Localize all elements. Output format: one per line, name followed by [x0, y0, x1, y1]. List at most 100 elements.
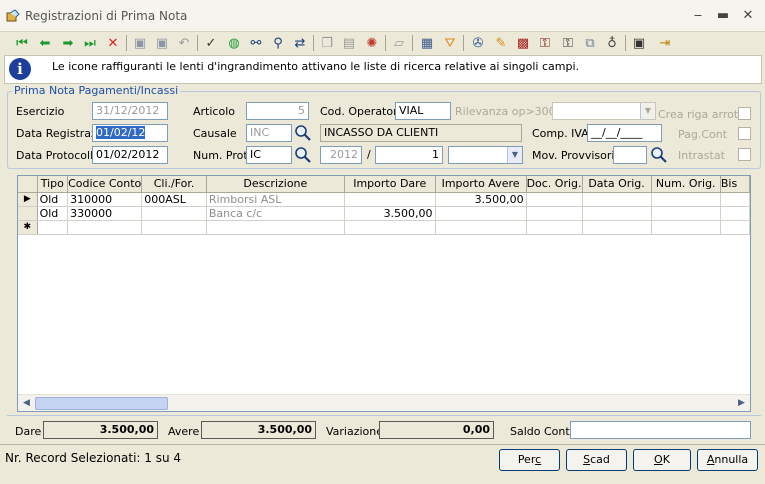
mov-provvisori-search-icon[interactable]	[650, 146, 668, 164]
column-header[interactable]: Codice Conto	[67, 176, 143, 193]
horizontal-scrollbar[interactable]: ◀ ▶	[18, 394, 750, 411]
new-row[interactable]: ✱	[18, 220, 750, 235]
tipo-cell[interactable]	[37, 220, 69, 235]
cli-for-cell[interactable]	[141, 220, 207, 235]
data-registraz-field[interactable]: 01/02/12	[92, 124, 168, 142]
crea-riga-arrot-checkbox[interactable]	[738, 107, 751, 120]
table-row[interactable]: Old 330000 Banca c/c 3.500,00	[18, 206, 750, 221]
bis-cell[interactable]	[720, 192, 750, 207]
scroll-left-icon[interactable]: ◀	[19, 397, 34, 410]
tipo-cell[interactable]: Old	[37, 206, 69, 221]
perc-button[interactable]: Perc	[499, 449, 560, 471]
causale-search-icon[interactable]	[294, 124, 312, 142]
scrollbar-thumb[interactable]	[35, 397, 168, 410]
table-row[interactable]: ▶ Old 310000 000ASL Rimborsi ASL 3.500,0…	[18, 192, 750, 207]
rilevanza-combo[interactable]: ▼	[552, 102, 656, 120]
importo-dare-cell[interactable]: 3.500,00	[344, 206, 436, 221]
codice-conto-cell[interactable]	[67, 220, 143, 235]
num-prot-year-field[interactable]: 2012	[320, 146, 362, 164]
chevron-down-icon[interactable]: ▼	[507, 147, 522, 163]
bis-cell[interactable]	[720, 220, 750, 235]
comp-iva-field[interactable]: __/__/____	[587, 124, 662, 142]
open-icon[interactable]: ✎	[492, 35, 510, 51]
codice-conto-cell[interactable]: 330000	[67, 206, 143, 221]
find-replace-icon[interactable]: ⇄	[291, 35, 309, 51]
tools-icon[interactable]: ✇	[469, 35, 487, 51]
ok-button[interactable]: OK	[633, 449, 691, 471]
num-prot-search-icon[interactable]	[294, 146, 312, 164]
column-header[interactable]: Bis	[720, 176, 750, 193]
doc-orig-cell[interactable]	[526, 206, 583, 221]
cli-for-cell[interactable]	[141, 206, 207, 221]
save-all-icon[interactable]: ▣	[153, 35, 171, 51]
codice-conto-cell[interactable]: 310000	[67, 192, 143, 207]
refresh-icon[interactable]: ◍	[225, 35, 243, 51]
compare-icon[interactable]: ⧉	[581, 35, 599, 51]
descrizione-cell[interactable]: Rimborsi ASL	[206, 192, 345, 207]
scad-button[interactable]: Scad	[566, 449, 627, 471]
hint-icon[interactable]: ♁	[603, 35, 621, 51]
importo-avere-cell[interactable]	[435, 220, 527, 235]
first-record-icon[interactable]: ⏮	[13, 35, 31, 51]
pag-cont-checkbox[interactable]	[738, 127, 751, 140]
bis-cell[interactable]	[720, 206, 750, 221]
scroll-right-icon[interactable]: ▶	[734, 397, 749, 410]
mov-provvisori-field[interactable]	[613, 146, 647, 164]
maximize-button[interactable]: ▬	[715, 8, 731, 24]
spell-check-icon[interactable]: ✓	[202, 35, 220, 51]
data-protocollo-field[interactable]: 01/02/2012	[92, 146, 168, 164]
binoculars-icon[interactable]: ⚯	[247, 35, 265, 51]
save-icon[interactable]: ▣	[131, 35, 149, 51]
descrizione-cell[interactable]	[206, 220, 345, 235]
minimize-button[interactable]: ‒	[690, 8, 706, 24]
data-orig-cell[interactable]	[582, 192, 652, 207]
chevron-down-icon[interactable]: ▼	[640, 103, 655, 119]
doc-orig-cell[interactable]	[526, 220, 583, 235]
importo-avere-cell[interactable]	[435, 206, 527, 221]
data-orig-cell[interactable]	[582, 206, 652, 221]
column-header[interactable]: Importo Dare	[344, 176, 436, 193]
articolo-field[interactable]: 5	[246, 102, 309, 120]
column-header[interactable]: Cli./For.	[141, 176, 207, 193]
tipo-cell[interactable]: Old	[37, 192, 69, 207]
document-icon[interactable]: ▱	[390, 35, 408, 51]
annulla-button[interactable]: Annulla	[697, 449, 758, 471]
delete-icon[interactable]: ✕	[104, 35, 122, 51]
num-prot-number-field[interactable]: 1	[375, 146, 443, 164]
next-record-icon[interactable]: ➡	[59, 35, 77, 51]
descrizione-cell[interactable]: Banca c/c	[206, 206, 345, 221]
undo-icon[interactable]: ↶	[175, 35, 193, 51]
print-preview-icon[interactable]: ⚿	[536, 35, 554, 51]
column-header[interactable]: Doc. Orig.	[526, 176, 583, 193]
importo-dare-cell[interactable]	[344, 220, 436, 235]
esercizio-field[interactable]: 31/12/2012	[92, 102, 168, 120]
calculator-icon[interactable]: ▣	[630, 35, 648, 51]
last-record-icon[interactable]: ⏭	[81, 35, 99, 51]
num-orig-cell[interactable]	[651, 206, 721, 221]
print-icon[interactable]: ▩	[514, 35, 532, 51]
num-orig-cell[interactable]	[651, 192, 721, 207]
print-setup-icon[interactable]: ⚿	[559, 35, 577, 51]
importo-dare-cell[interactable]	[344, 192, 436, 207]
settings-icon[interactable]: ✺	[363, 35, 381, 51]
column-header[interactable]: Descrizione	[206, 176, 345, 193]
num-prot-suffix-combo[interactable]: ▼	[448, 146, 523, 164]
grid-icon[interactable]: ▦	[418, 35, 436, 51]
intrastat-checkbox[interactable]	[738, 148, 751, 161]
paste-icon[interactable]: ▤	[340, 35, 358, 51]
cod-operatore-field[interactable]: VIAL	[395, 102, 451, 120]
close-button[interactable]: ✕	[740, 8, 756, 24]
causale-field[interactable]: INC	[246, 124, 292, 142]
entries-grid[interactable]: Tipo Codice Conto Cli./For. Descrizione …	[17, 175, 751, 412]
column-header[interactable]: Data Orig.	[582, 176, 652, 193]
num-orig-cell[interactable]	[651, 220, 721, 235]
doc-orig-cell[interactable]	[526, 192, 583, 207]
previous-record-icon[interactable]: ⬅	[36, 35, 54, 51]
importo-avere-cell[interactable]: 3.500,00	[435, 192, 527, 207]
exit-icon[interactable]: ⇥	[656, 35, 674, 51]
copy-icon[interactable]: ❐	[318, 35, 336, 51]
data-orig-cell[interactable]	[582, 220, 652, 235]
cli-for-cell[interactable]: 000ASL	[141, 192, 207, 207]
column-header[interactable]: Importo Avere	[435, 176, 527, 193]
column-header[interactable]: Num. Orig.	[651, 176, 721, 193]
